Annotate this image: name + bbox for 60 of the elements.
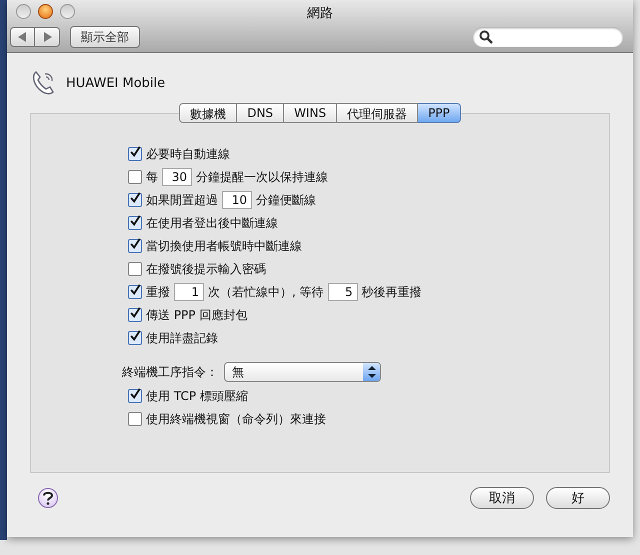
checkmark-icon bbox=[129, 237, 141, 251]
checkbox[interactable] bbox=[128, 308, 142, 322]
option-label: 使用 TCP 標頭壓縮 bbox=[146, 388, 248, 404]
checkbox[interactable] bbox=[128, 412, 142, 426]
dialog-button[interactable]: 好 bbox=[546, 487, 610, 509]
option-label: 重撥 bbox=[146, 284, 170, 300]
checkbox[interactable] bbox=[128, 193, 142, 207]
option-label: 次（若忙線中）, 等待 bbox=[208, 284, 324, 300]
window-title: 網路 bbox=[307, 5, 333, 22]
checkbox[interactable] bbox=[128, 147, 142, 161]
up-down-arrows-icon bbox=[368, 366, 376, 378]
checkbox[interactable] bbox=[128, 170, 142, 184]
number-field[interactable]: 5 bbox=[328, 283, 358, 301]
dialog-button[interactable]: 取消 bbox=[470, 487, 534, 509]
help-button[interactable] bbox=[38, 488, 58, 508]
forward-button[interactable] bbox=[35, 27, 60, 47]
checkbox[interactable] bbox=[128, 389, 142, 403]
checkmark-icon bbox=[129, 387, 141, 401]
device-name: HUAWEI Mobile bbox=[66, 76, 166, 90]
option-label: 秒後再重撥 bbox=[362, 284, 422, 300]
terminal-script-dropdown[interactable]: 無 bbox=[224, 362, 381, 382]
number-field[interactable]: 10 bbox=[222, 191, 252, 209]
option-label: 分鐘便斷線 bbox=[256, 192, 316, 208]
show-all-button[interactable]: 顯示全部 bbox=[70, 26, 140, 48]
back-button[interactable] bbox=[10, 27, 35, 47]
option-label: 每 bbox=[146, 168, 158, 186]
search-field[interactable] bbox=[473, 27, 623, 47]
tab[interactable]: WINS bbox=[284, 103, 338, 123]
checkmark-icon bbox=[129, 191, 141, 205]
checkmark-icon bbox=[129, 214, 141, 228]
checkbox[interactable] bbox=[128, 216, 142, 230]
option-label: 傳送 PPP 回應封包 bbox=[146, 306, 248, 324]
option-label: 在使用者登出後中斷連線 bbox=[146, 214, 278, 232]
right-arrow-icon bbox=[42, 32, 52, 42]
left-arrow-icon bbox=[18, 32, 27, 42]
checkmark-icon bbox=[129, 145, 141, 159]
terminal-script-label: 終端機工序指令： bbox=[122, 364, 218, 380]
checkmark-icon bbox=[129, 283, 141, 297]
option-label: 在撥號後提示輸入密碼 bbox=[146, 260, 266, 278]
checkmark-icon bbox=[129, 306, 141, 320]
tab[interactable]: 數據機 bbox=[179, 103, 238, 123]
checkbox[interactable] bbox=[128, 285, 142, 299]
checkbox[interactable] bbox=[128, 262, 142, 276]
tab[interactable]: PPP bbox=[418, 103, 461, 123]
option-label: 使用終端機視窗（命令列）來連接 bbox=[146, 410, 326, 428]
minimize-button[interactable] bbox=[38, 4, 53, 19]
question-mark-icon bbox=[42, 491, 54, 505]
checkbox[interactable] bbox=[128, 331, 142, 345]
number-field[interactable]: 30 bbox=[162, 168, 192, 186]
option-label: 當切換使用者帳號時中斷連線 bbox=[146, 238, 302, 254]
tab[interactable]: DNS bbox=[237, 103, 284, 123]
checkbox[interactable] bbox=[128, 239, 142, 253]
number-field[interactable]: 1 bbox=[174, 283, 204, 301]
option-label: 如果閒置超過 bbox=[146, 192, 218, 208]
option-label: 使用詳盡記錄 bbox=[146, 330, 218, 346]
tab[interactable]: 代理伺服器 bbox=[337, 103, 418, 123]
search-icon bbox=[479, 30, 493, 44]
option-label: 分鐘提醒一次以保持連線 bbox=[196, 168, 328, 186]
checkmark-icon bbox=[129, 329, 141, 343]
option-label: 必要時自動連線 bbox=[146, 146, 230, 162]
